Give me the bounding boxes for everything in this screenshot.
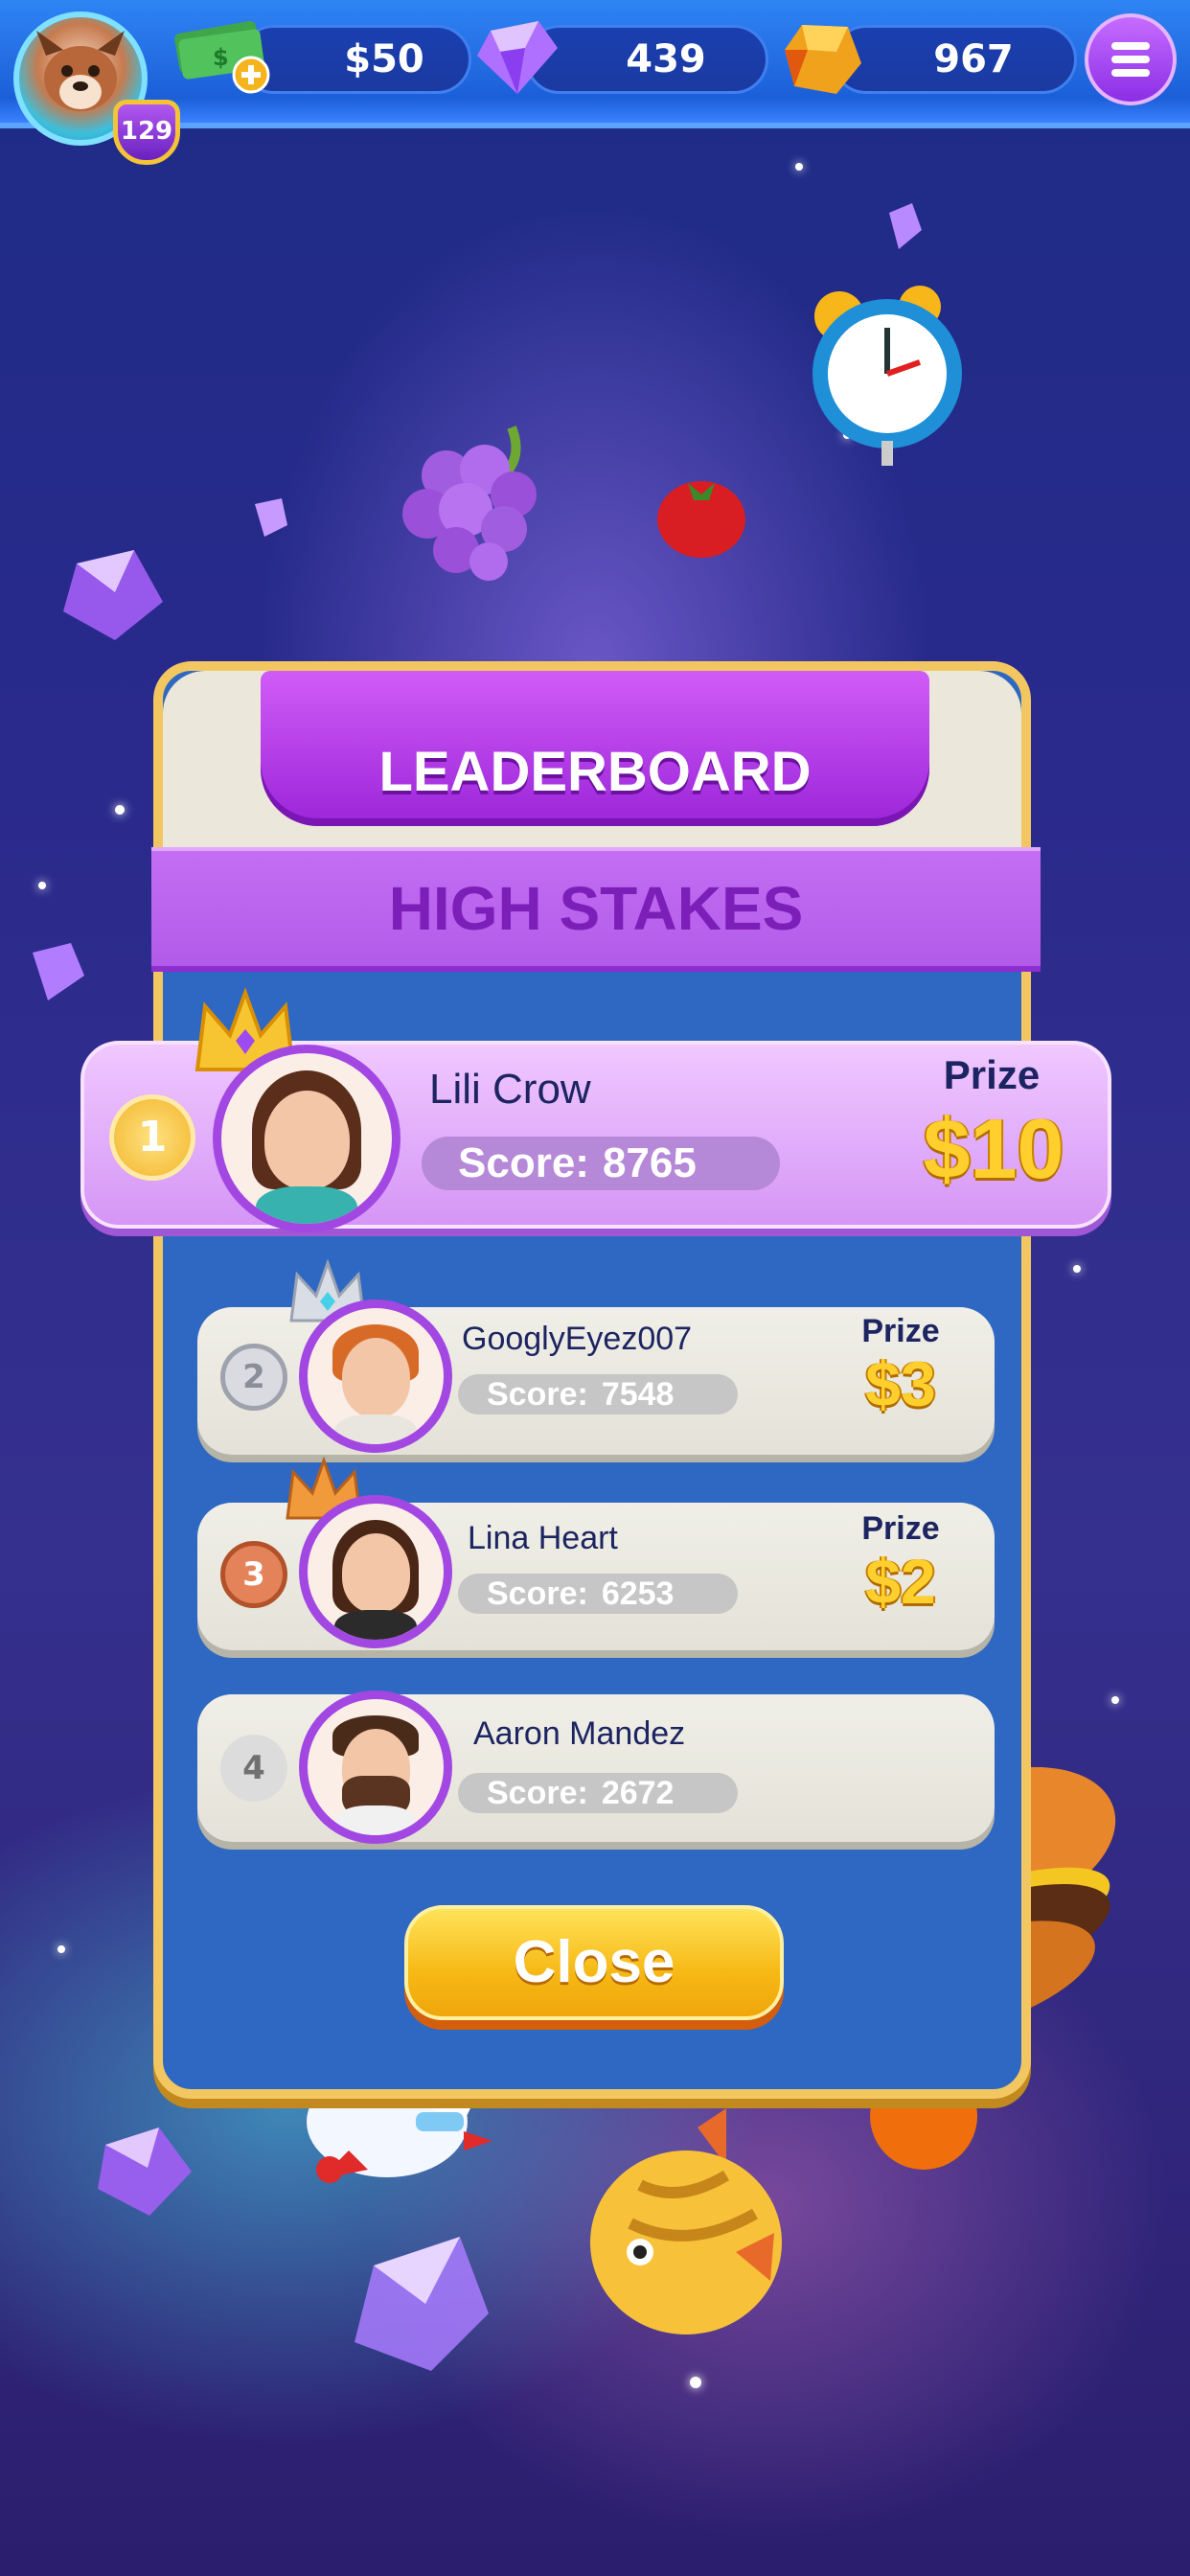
rank-4-badge: 4: [220, 1735, 287, 1802]
coins-counter[interactable]: 967: [832, 25, 1077, 94]
rank-2-silver-medal: 2: [220, 1344, 287, 1411]
player-portrait-aaron-mandez[interactable]: [299, 1690, 452, 1844]
close-button[interactable]: Close: [404, 1905, 784, 2020]
purple-gem-icon: [471, 13, 563, 100]
purple-crystal-decoration: [98, 2128, 192, 2216]
cat-decoration: [590, 2108, 782, 2334]
small-crystal-decoration: [889, 203, 922, 249]
player-portrait-googlyeyez007[interactable]: [299, 1300, 452, 1453]
score-display: Score: 6253: [458, 1574, 738, 1614]
leaderboard-title: LEADERBOARD: [261, 671, 929, 826]
small-crystal-decoration: [33, 943, 84, 1000]
cash-plus-icon[interactable]: $: [171, 17, 276, 94]
purple-crystal-decoration: [63, 550, 163, 640]
alarm-clock-decoration: [812, 286, 962, 466]
rank-3-bronze-medal: 3: [220, 1541, 287, 1608]
tomato-decoration: [657, 481, 745, 558]
player-name: Aaron Mandez: [473, 1715, 686, 1752]
player-name: Lina Heart: [468, 1520, 618, 1556]
prize-amount: $2: [865, 1546, 936, 1617]
player-name: Lili Crow: [429, 1066, 591, 1113]
grapes-decoration: [402, 426, 537, 581]
coins-amount: 967: [933, 37, 1014, 81]
score-display: Score: 7548: [458, 1374, 738, 1414]
player-profile[interactable]: 129: [13, 12, 180, 165]
score-display: Score: 8765: [422, 1137, 780, 1190]
prize-amount: $3: [865, 1348, 936, 1419]
player-level-badge: 129: [113, 100, 180, 165]
player-name: GooglyEyez007: [462, 1321, 693, 1357]
rank-1-gold-medal: 1: [109, 1094, 195, 1181]
prize-label: Prize: [861, 1313, 940, 1349]
gems-amount: 439: [626, 37, 706, 81]
score-display: Score: 2672: [458, 1773, 738, 1813]
cash-amount: $50: [344, 37, 424, 81]
prize-amount: $10: [923, 1101, 1064, 1196]
leaderboard-subtitle: HIGH STAKES: [151, 847, 1041, 972]
menu-button[interactable]: [1085, 13, 1177, 105]
small-crystal-decoration: [255, 498, 287, 537]
large-crystal-decoration: [355, 2237, 489, 2371]
prize-label: Prize: [943, 1052, 1041, 1097]
prize-label: Prize: [861, 1510, 940, 1547]
hamburger-menu-icon: [1111, 42, 1150, 50]
gold-coin-icon: [781, 17, 865, 100]
svg-text:$: $: [213, 44, 229, 71]
player-portrait-lili-crow[interactable]: [213, 1045, 400, 1232]
player-portrait-lina-heart[interactable]: [299, 1495, 452, 1648]
